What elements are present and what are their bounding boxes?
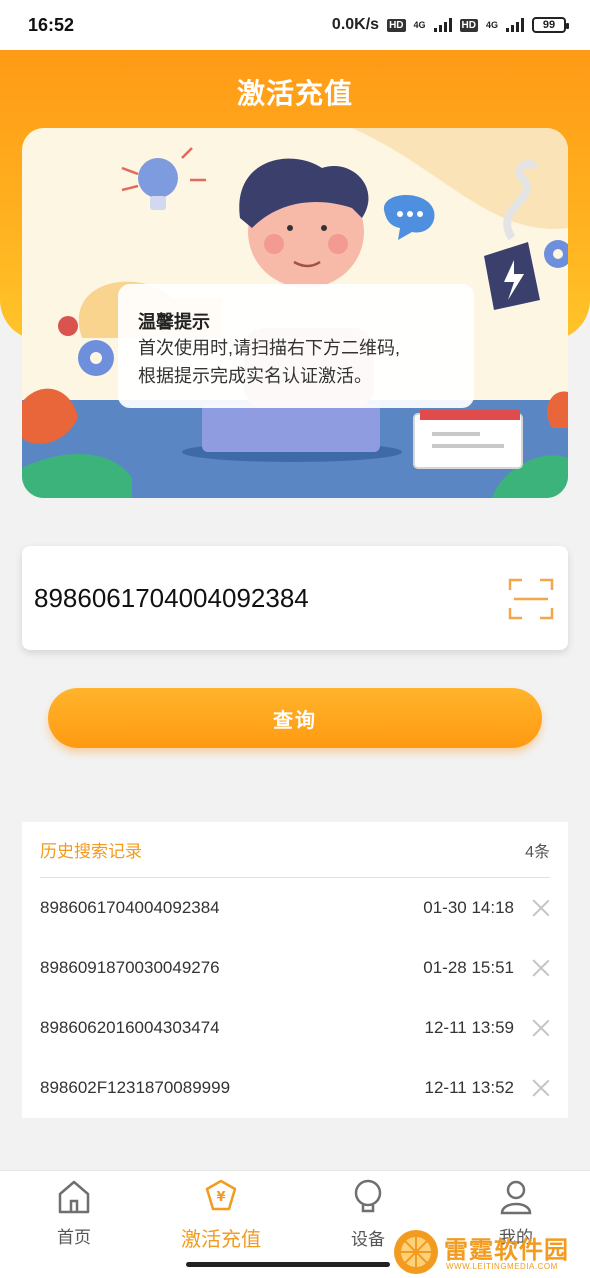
search-history-panel: 历史搜索记录 4条 89860617040040923​84 01-30 14:… [22,822,568,1118]
scan-icon[interactable] [508,576,554,622]
history-time: 01-30 14:18 [423,898,514,917]
history-card-number: 8986091870030049276 [40,958,220,977]
nav-item-home[interactable]: 首页 [14,1179,134,1259]
network-type-label-2: 4G [485,20,498,30]
history-card-number: 898602F1231870089999 [40,1078,231,1097]
history-time: 12-11 13:52 [424,1078,514,1097]
delete-icon[interactable] [532,1079,550,1097]
nav-label-activate-recharge: 激活充值 [181,1229,261,1251]
battery-icon: 99 [532,17,569,33]
history-card-number: 8986062016004303474 [40,1018,220,1037]
signal-icon-2 [506,18,524,32]
watermark-name: 雷霆软件园 [444,1237,569,1264]
history-header: 历史搜索记录 4条 [40,822,550,878]
tip-title: 温馨提示 [138,312,210,332]
tip-banner: 温馨提示 首次使用时,请扫描右下方二维码, 根据提示完成实名认证激活。 [22,128,568,498]
card-number-input[interactable] [34,574,494,622]
delete-icon[interactable] [532,959,550,977]
delete-icon[interactable] [532,899,550,917]
status-indicators: 0.0K/s HD 4G HD 4G 99 [331,16,569,34]
home-icon [58,1180,90,1214]
home-indicator [186,1262,390,1267]
watermark: 雷霆软件园 WWW.LEITINGMEDIA.COM [392,1226,590,1278]
history-time: 12-11 13:59 [424,1018,514,1037]
network-speed: 0.0K/s [331,16,380,33]
bulb-icon [354,1179,382,1213]
query-button[interactable]: 查询 [48,688,542,748]
history-row[interactable]: 8986091870030049276 01-28 15:51 [40,938,550,998]
yen-tag-icon: ¥ [205,1179,237,1211]
hd-icon: HD [387,18,406,32]
tip-line-2: 根据提示完成实名认证激活。 [138,366,372,386]
orange-logo-icon [394,1230,438,1274]
nav-item-activate-recharge[interactable]: ¥ 激活充值 [161,1179,281,1259]
tip-line-1: 首次使用时,请扫描右下方二维码, [138,338,401,358]
status-time: 16:52 [28,14,75,35]
signal-icon [433,18,452,32]
history-card-number: 89860617040040923​84 [40,898,220,917]
history-row[interactable]: 898602F1231870089999 12-11 13:52 [40,1058,550,1118]
status-bar: 16:52 0.0K/s HD 4G HD 4G 99 [0,0,590,50]
history-title: 历史搜索记录 [40,842,142,861]
nav-label-home: 首页 [57,1228,91,1247]
history-time: 01-28 15:51 [423,958,514,977]
card-number-field [22,546,568,650]
delete-icon[interactable] [532,1019,550,1037]
history-row[interactable]: 8986062016004303474 12-11 13:59 [40,998,550,1058]
history-row[interactable]: 89860617040040923​84 01-30 14:18 [40,878,550,938]
network-type-label: 4G [413,20,426,30]
tip-card: 温馨提示 首次使用时,请扫描右下方二维码, 根据提示完成实名认证激活。 [118,284,474,408]
user-icon [500,1180,532,1215]
watermark-url: WWW.LEITINGMEDIA.COM [446,1262,558,1271]
page-title: 激活充值 [236,78,353,109]
history-count: 4条 [525,843,550,861]
hd-icon-2: HD [459,18,478,32]
svg-text:¥: ¥ [216,1190,225,1205]
